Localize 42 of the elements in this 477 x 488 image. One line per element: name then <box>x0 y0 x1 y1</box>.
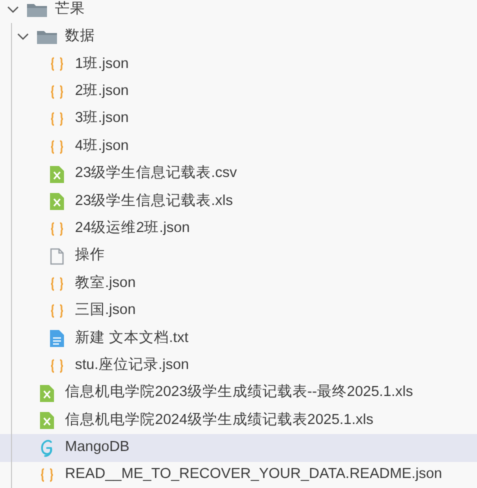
file-name: 2班.json <box>75 82 129 101</box>
chevron-down-icon[interactable] <box>17 33 29 42</box>
braces-icon <box>49 302 65 319</box>
braces-icon <box>49 111 65 128</box>
file-name: MangoDB <box>65 438 130 458</box>
braces-icon <box>49 56 65 72</box>
braces-icon <box>49 358 65 374</box>
file-name: 教室.json <box>75 274 136 293</box>
spreadsheet-icon <box>50 166 64 183</box>
chevron-down-icon[interactable] <box>7 6 19 14</box>
file-row[interactable]: MangoDB <box>0 434 477 462</box>
file-name: 三国.json <box>75 301 136 320</box>
spreadsheet-icon <box>40 384 54 402</box>
file-name: 芒果 <box>55 0 85 19</box>
script-icon <box>39 438 55 457</box>
text-file-icon <box>50 330 64 347</box>
file-row[interactable]: READ__ME_TO_RECOVER_YOUR_DATA.README.json <box>0 462 477 488</box>
braces-icon <box>49 276 65 292</box>
spreadsheet-icon <box>40 412 54 430</box>
file-name: 信息机电学院2023级学生成绩记载表--最终2025.1.xls <box>65 383 414 402</box>
file-name: 23级学生信息记载表.csv <box>75 164 237 184</box>
folder-row[interactable]: 芒果 <box>0 0 477 24</box>
file-name: 3班.json <box>75 109 129 128</box>
file-name: 信息机电学院2024级学生成绩记载表2025.1.xls <box>65 410 374 430</box>
folder-icon <box>36 29 58 46</box>
file-row[interactable]: 信息机电学院2024级学生成绩记载表2025.1.xls <box>0 406 477 434</box>
file-name: 新建 文本文档.txt <box>75 328 188 348</box>
folder-icon <box>26 2 48 18</box>
file-name: 数据 <box>65 27 95 46</box>
file-name: 24级运维2班.json <box>75 218 190 238</box>
file-icon <box>50 248 64 265</box>
braces-icon <box>49 220 65 237</box>
braces-icon <box>49 84 65 100</box>
braces-icon <box>39 467 55 484</box>
file-name: stu.座位记录.json <box>75 356 189 375</box>
file-name: READ__ME_TO_RECOVER_YOUR_DATA.README.json <box>65 465 442 484</box>
file-name: 4班.json <box>75 136 129 156</box>
file-name: 23级学生信息记载表.xls <box>75 192 233 211</box>
spreadsheet-icon <box>50 192 64 210</box>
file-name: 操作 <box>75 246 105 266</box>
file-name: 1班.json <box>75 54 129 74</box>
braces-icon <box>49 138 65 155</box>
